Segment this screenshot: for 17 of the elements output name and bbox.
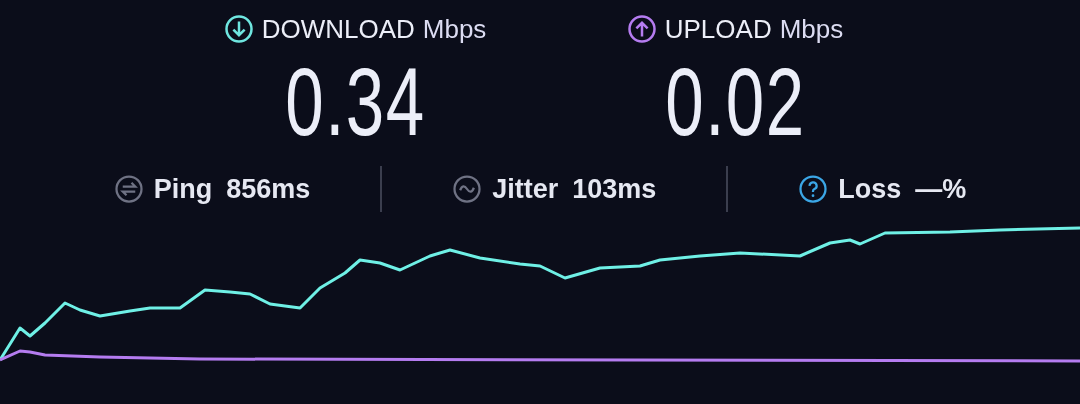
stat-value: 103ms	[572, 173, 657, 205]
upload-icon	[626, 14, 657, 44]
download-icon	[223, 14, 254, 44]
result-label: UPLOAD	[664, 13, 772, 45]
help-icon[interactable]	[798, 174, 829, 204]
unit-label: Mbps	[779, 13, 844, 45]
jitter-icon	[452, 174, 483, 204]
speed-value: 0.34	[284, 52, 426, 152]
result-label: DOWNLOAD	[261, 13, 415, 45]
ping-icon	[113, 174, 144, 204]
stat-value: 856ms	[226, 173, 311, 205]
stat-label: Jitter	[492, 173, 559, 205]
unit-label: Mbps	[422, 13, 487, 45]
stat-label: Loss	[838, 173, 902, 205]
stat-label: Ping	[153, 173, 213, 205]
speed-value: 0.02	[664, 52, 806, 152]
stat-value: —%	[915, 173, 967, 205]
